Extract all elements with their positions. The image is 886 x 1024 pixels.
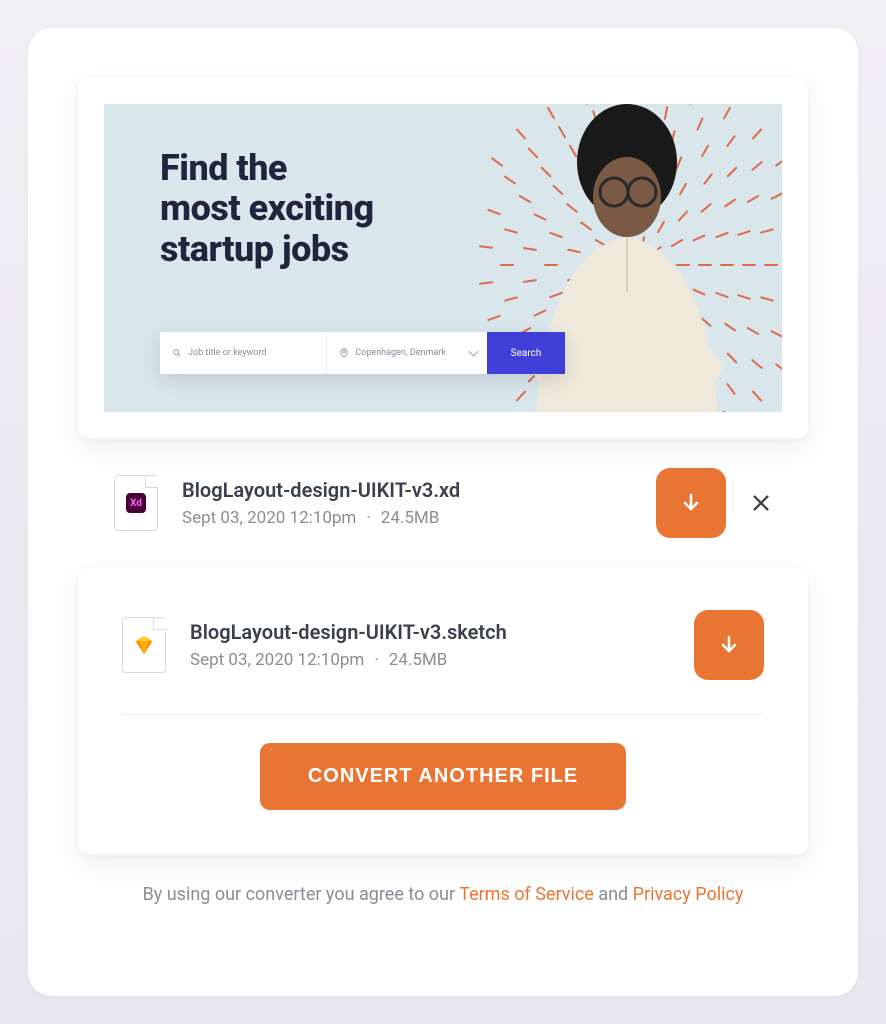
convert-another-button[interactable]: CONVERT ANOTHER FILE xyxy=(260,743,626,810)
file-size: 24.5MB xyxy=(381,508,440,528)
meta-separator: · xyxy=(366,508,370,528)
heading-line: startup jobs xyxy=(160,228,349,270)
heading-line: Find the xyxy=(160,147,287,189)
file-info: BlogLayout-design-UIKIT-v3.xd Sept 03, 2… xyxy=(182,478,632,528)
download-button[interactable] xyxy=(694,610,764,680)
terms-of-service-link[interactable]: Terms of Service xyxy=(459,884,594,905)
search-icon xyxy=(172,348,182,358)
converted-file-card: BlogLayout-design-UIKIT-v3.sketch Sept 0… xyxy=(78,568,808,854)
privacy-policy-link[interactable]: Privacy Policy xyxy=(633,884,744,905)
preview-keyword-placeholder: Job title or keyword xyxy=(188,348,266,358)
divider xyxy=(122,714,764,715)
legal-text: By using our converter you agree to our … xyxy=(78,884,808,905)
file-info: BlogLayout-design-UIKIT-v3.sketch Sept 0… xyxy=(190,620,670,670)
preview-keyword-input: Job title or keyword xyxy=(160,332,327,374)
close-icon xyxy=(750,492,772,514)
download-icon xyxy=(717,633,741,657)
preview-search-bar: Job title or keyword Copenhagen, Denmark… xyxy=(160,332,565,374)
preview-location-select: Copenhagen, Denmark xyxy=(327,332,487,374)
legal-prefix: By using our converter you agree to our xyxy=(143,884,460,905)
design-preview-card: Find the most exciting startup jobs Job … xyxy=(78,78,808,438)
meta-separator: · xyxy=(374,650,378,670)
heading-line: most exciting xyxy=(160,187,374,229)
source-file-row: Xd BlogLayout-design-UIKIT-v3.xd Sept 03… xyxy=(78,468,808,538)
file-size: 24.5MB xyxy=(389,650,448,670)
converted-file-row: BlogLayout-design-UIKIT-v3.sketch Sept 0… xyxy=(122,610,764,680)
download-button[interactable] xyxy=(656,468,726,538)
file-icon-sketch xyxy=(122,617,166,673)
location-icon xyxy=(339,348,349,358)
file-meta: Sept 03, 2020 12:10pm · 24.5MB xyxy=(190,650,670,670)
dismiss-button[interactable] xyxy=(750,492,772,514)
file-icon-xd: Xd xyxy=(114,475,158,531)
sketch-badge-icon xyxy=(133,634,155,656)
preview-search-button-label: Search xyxy=(511,348,542,359)
file-meta: Sept 03, 2020 12:10pm · 24.5MB xyxy=(182,508,632,528)
file-date: Sept 03, 2020 12:10pm xyxy=(182,508,356,528)
legal-and: and xyxy=(594,884,633,905)
preview-heading: Find the most exciting startup jobs xyxy=(160,148,374,269)
xd-badge-icon: Xd xyxy=(126,493,146,513)
download-icon xyxy=(679,491,703,515)
file-name: BlogLayout-design-UIKIT-v3.xd xyxy=(182,478,632,502)
preview-search-button: Search xyxy=(487,332,565,374)
converter-panel: Find the most exciting startup jobs Job … xyxy=(28,28,858,996)
file-name: BlogLayout-design-UIKIT-v3.sketch xyxy=(190,620,670,644)
file-date: Sept 03, 2020 12:10pm xyxy=(190,650,364,670)
preview-location-value: Copenhagen, Denmark xyxy=(355,348,446,358)
design-preview: Find the most exciting startup jobs Job … xyxy=(104,104,782,412)
